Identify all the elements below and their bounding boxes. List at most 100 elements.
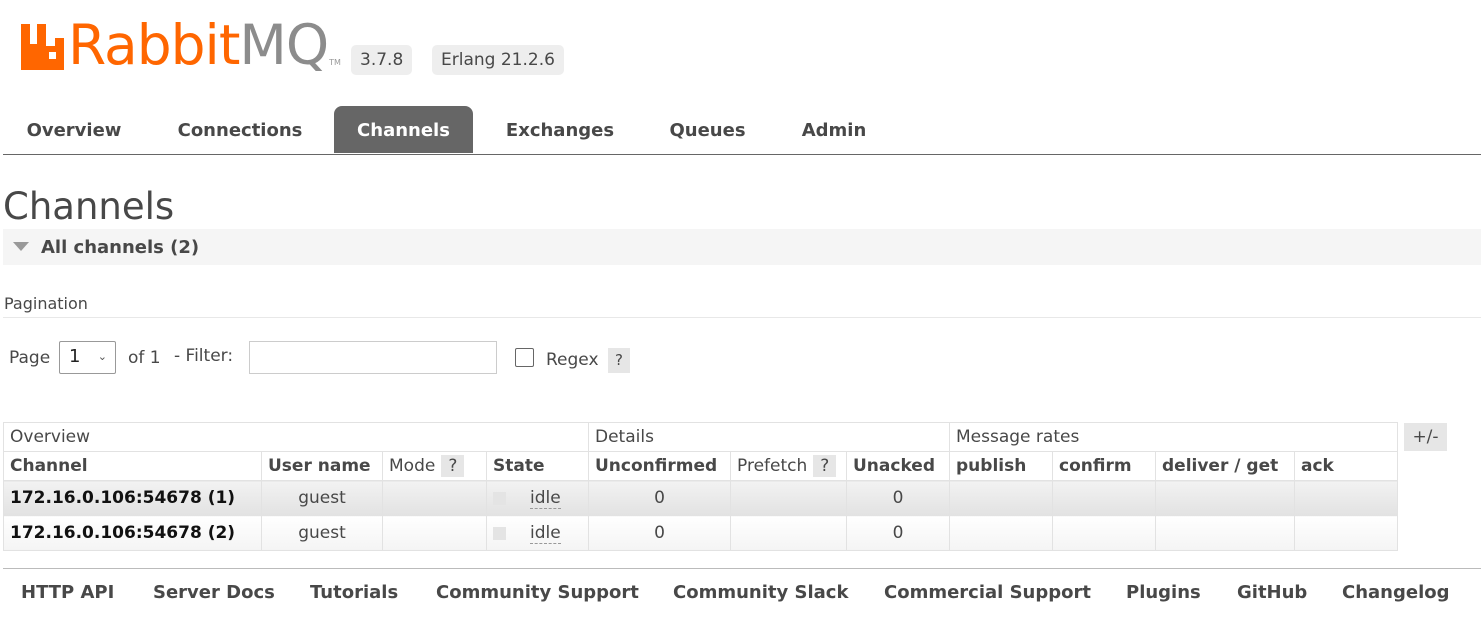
pagination-divider: [3, 317, 1481, 318]
publish-cell: [949, 515, 1053, 551]
col-unacked[interactable]: Unacked: [846, 451, 950, 481]
group-details: Details: [588, 422, 950, 452]
filter-input[interactable]: [249, 341, 497, 374]
col-user-name[interactable]: User name: [261, 451, 383, 481]
col-prefetch: Prefetch?: [730, 451, 847, 481]
group-overview: Overview: [3, 422, 589, 452]
all-channels-section-toggle[interactable]: All channels (2): [3, 229, 1481, 265]
regex-checkbox[interactable]: [515, 348, 534, 367]
page-select[interactable]: 1 ⌄: [59, 341, 116, 374]
ack-cell: [1294, 515, 1398, 551]
tab-queues[interactable]: Queues: [655, 106, 760, 153]
state-indicator-icon: [493, 491, 506, 505]
tab-overview[interactable]: Overview: [3, 106, 145, 153]
col-confirm-label: confirm: [1059, 456, 1132, 476]
prefetch-cell: [730, 515, 847, 551]
logo-tm: TM: [329, 58, 341, 67]
footer-link-github[interactable]: GitHub: [1237, 582, 1307, 603]
page-select-value: 1: [69, 346, 81, 367]
rabbit-logo-icon: [21, 24, 64, 70]
tab-channels[interactable]: Channels: [334, 106, 473, 153]
footer-link-community-slack[interactable]: Community Slack: [673, 582, 848, 603]
state-indicator-icon: [493, 526, 506, 540]
col-state-label: State: [493, 456, 545, 476]
user-name-cell: guest: [261, 480, 383, 516]
rabbitmq-logo[interactable]: RabbitMQ TM: [20, 14, 341, 76]
channel-link[interactable]: 172.16.0.106:54678 (1): [3, 480, 262, 516]
col-publish-label: publish: [956, 456, 1027, 476]
col-unconfirmed[interactable]: Unconfirmed: [588, 451, 731, 481]
section-title: All channels (2): [41, 237, 200, 258]
regex-help-button[interactable]: ?: [608, 348, 630, 373]
deliver-get-cell: [1155, 515, 1295, 551]
col-prefetch-label: Prefetch: [737, 456, 808, 476]
state-label: idle: [530, 523, 561, 544]
chevron-down-icon: ⌄: [97, 350, 107, 363]
col-mode-label: Mode: [389, 456, 436, 476]
table-row: 172.16.0.106:54678 (1) guest idle 0 0: [3, 480, 1398, 516]
page-count-label: of 1: [128, 348, 161, 368]
unconfirmed-cell: 0: [588, 515, 731, 551]
regex-label: Regex: [546, 350, 599, 370]
logo-mq-text: MQ: [239, 13, 329, 77]
footer-link-server-docs[interactable]: Server Docs: [153, 582, 275, 603]
ack-cell: [1294, 480, 1398, 516]
footer-divider: [3, 568, 1481, 569]
page-title: Channels: [3, 185, 175, 228]
footer-link-http-api[interactable]: HTTP API: [21, 582, 114, 603]
mode-help-button[interactable]: ?: [441, 455, 465, 477]
unacked-cell: 0: [846, 480, 950, 516]
publish-cell: [949, 480, 1053, 516]
group-message-rates: Message rates: [949, 422, 1398, 452]
filter-label: - Filter:: [174, 346, 234, 366]
state-cell: idle: [486, 515, 589, 551]
col-ack[interactable]: ack: [1294, 451, 1398, 481]
col-mode: Mode?: [382, 451, 487, 481]
main-nav-tabs: Overview Connections Channels Exchanges …: [3, 106, 1481, 155]
col-unconfirmed-label: Unconfirmed: [595, 456, 718, 476]
prefetch-cell: [730, 480, 847, 516]
footer-link-community-support[interactable]: Community Support: [436, 582, 639, 603]
collapse-triangle-icon: [13, 242, 29, 251]
footer-link-changelog[interactable]: Changelog: [1342, 582, 1450, 603]
footer-link-commercial-support[interactable]: Commercial Support: [884, 582, 1091, 603]
mode-cell: [382, 480, 487, 516]
confirm-cell: [1052, 480, 1156, 516]
unconfirmed-cell: 0: [588, 480, 731, 516]
state-label: idle: [530, 488, 561, 509]
logo-wordmark: RabbitMQ: [68, 13, 329, 77]
col-unacked-label: Unacked: [853, 456, 936, 476]
col-ack-label: ack: [1301, 456, 1334, 476]
tab-connections[interactable]: Connections: [161, 106, 319, 153]
toggle-columns-button[interactable]: +/-: [1404, 423, 1447, 451]
tab-admin[interactable]: Admin: [788, 106, 880, 153]
unacked-cell: 0: [846, 515, 950, 551]
col-publish[interactable]: publish: [949, 451, 1053, 481]
col-deliver-get-label: deliver / get: [1162, 456, 1279, 476]
prefetch-help-button[interactable]: ?: [813, 455, 837, 477]
erlang-badge: Erlang 21.2.6: [432, 45, 564, 75]
tab-exchanges[interactable]: Exchanges: [493, 106, 627, 153]
table-group-header-row: Overview Details Message rates: [3, 422, 1398, 452]
state-cell: idle: [486, 480, 589, 516]
footer-link-plugins[interactable]: Plugins: [1126, 582, 1201, 603]
col-channel-label: Channel: [10, 456, 88, 476]
channels-table: Overview Details Message rates Channel U…: [3, 422, 1398, 551]
page-label: Page: [9, 348, 51, 368]
col-channel[interactable]: Channel: [3, 451, 262, 481]
col-state[interactable]: State: [486, 451, 589, 481]
pagination-heading: Pagination: [4, 294, 88, 313]
user-name-cell: guest: [261, 515, 383, 551]
confirm-cell: [1052, 515, 1156, 551]
footer-link-tutorials[interactable]: Tutorials: [310, 582, 398, 603]
version-badge: 3.7.8: [351, 45, 413, 75]
col-user-name-label: User name: [268, 456, 371, 476]
logo-rabbit-text: Rabbit: [68, 13, 240, 77]
channel-link[interactable]: 172.16.0.106:54678 (2): [3, 515, 262, 551]
deliver-get-cell: [1155, 480, 1295, 516]
col-deliver-get[interactable]: deliver / get: [1155, 451, 1295, 481]
table-row: 172.16.0.106:54678 (2) guest idle 0 0: [3, 515, 1398, 551]
mode-cell: [382, 515, 487, 551]
col-confirm[interactable]: confirm: [1052, 451, 1156, 481]
table-column-header-row: Channel User name Mode? State Unconfirme…: [3, 451, 1398, 481]
